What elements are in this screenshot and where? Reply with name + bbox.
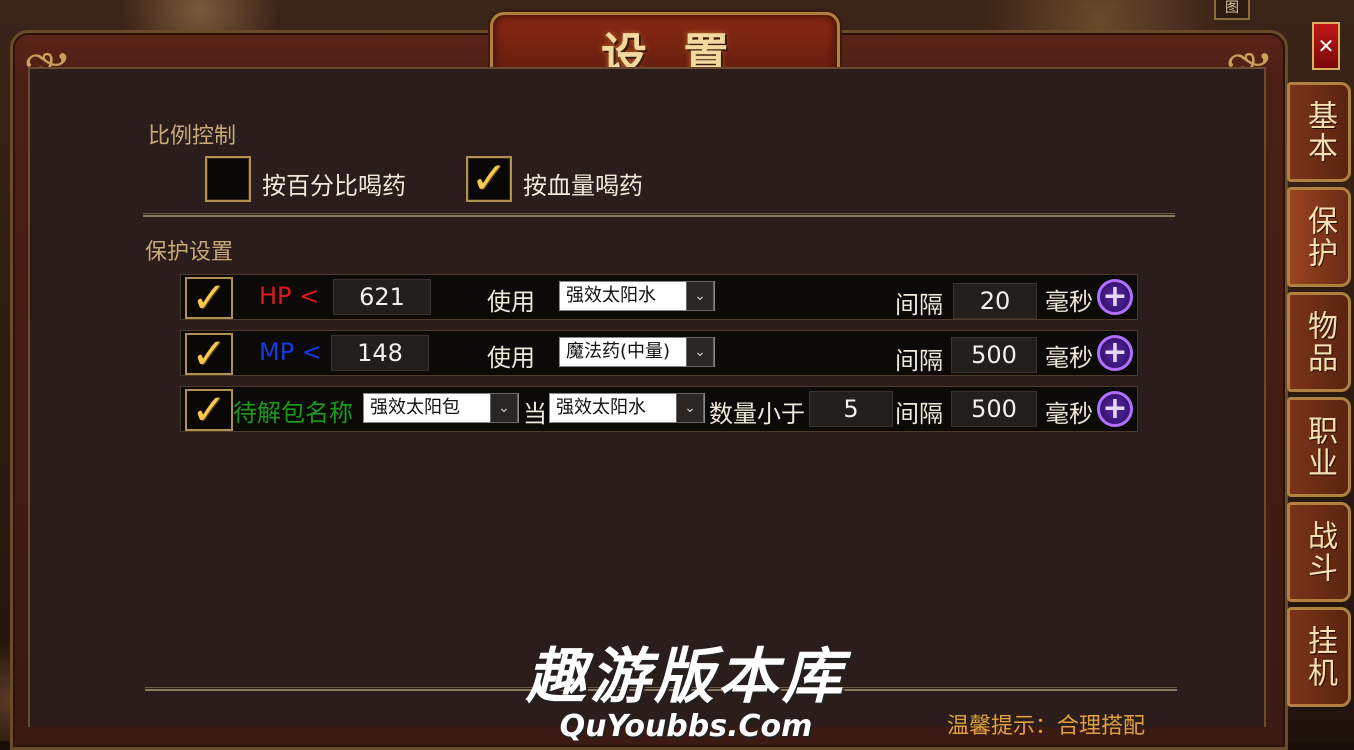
hp-potion-label: 按血量喝药 — [523, 172, 643, 200]
tab-items[interactable]: 物品 — [1287, 292, 1351, 392]
hp-threshold-input[interactable]: 621 — [333, 279, 431, 315]
chevron-down-icon[interactable]: ⌄ — [686, 281, 714, 311]
package-select[interactable]: 强效太阳包 ⌄ — [363, 393, 519, 423]
hp-interval-label: 间隔 — [895, 291, 943, 319]
hp-add-button[interactable]: + — [1097, 279, 1133, 315]
percent-potion-checkbox[interactable] — [205, 156, 251, 202]
mp-interval-label: 间隔 — [895, 347, 943, 375]
count-input[interactable]: 5 — [809, 391, 893, 427]
mp-add-button[interactable]: + — [1097, 335, 1133, 371]
hp-potion-checkbox[interactable]: ✓ — [466, 156, 512, 202]
mp-label: MP < — [259, 338, 322, 366]
chevron-down-icon[interactable]: ⌄ — [676, 393, 704, 423]
count-label: 数量小于 — [709, 400, 805, 428]
unpack-interval-label: 间隔 — [895, 400, 943, 428]
hp-use-label: 使用 — [487, 288, 535, 316]
tab-class[interactable]: 职业 — [1287, 397, 1351, 497]
tab-autoplay[interactable]: 挂机 — [1287, 607, 1351, 707]
plus-icon: + — [1102, 279, 1128, 314]
protection-row-hp: ✓ HP < 621 使用 强效太阳水 ⌄ 间隔 20 毫秒 + — [180, 274, 1138, 320]
unpack-unit-label: 毫秒 — [1045, 400, 1093, 428]
hp-interval-input[interactable]: 20 — [953, 283, 1037, 319]
check-icon: ✓ — [191, 329, 227, 378]
mp-interval-input[interactable]: 500 — [951, 337, 1037, 373]
check-icon: ✓ — [191, 273, 227, 322]
hp-rule-checkbox[interactable]: ✓ — [185, 277, 233, 319]
close-icon: ✕ — [1317, 34, 1335, 58]
protection-heading: 保护设置 — [145, 240, 234, 265]
mp-item-select[interactable]: 魔法药(中量) ⌄ — [559, 337, 715, 367]
check-icon: ✓ — [191, 385, 227, 434]
mp-unit-label: 毫秒 — [1045, 344, 1093, 372]
protection-row-unpack: ✓ 待解包名称 强效太阳包 ⌄ 当 强效太阳水 ⌄ 数量小于 5 间隔 500 … — [180, 386, 1138, 432]
side-tab-bar: 基本 保护 物品 职业 战斗 挂机 — [1287, 82, 1351, 712]
unpack-add-button[interactable]: + — [1097, 391, 1133, 427]
unpack-rule-checkbox[interactable]: ✓ — [185, 389, 233, 431]
hp-unit-label: 毫秒 — [1045, 288, 1093, 316]
unpack-interval-input[interactable]: 500 — [951, 391, 1037, 427]
unpack-label: 待解包名称 — [233, 399, 353, 427]
tab-combat[interactable]: 战斗 — [1287, 502, 1351, 602]
percent-potion-label: 按百分比喝药 — [262, 172, 406, 200]
tab-protection[interactable]: 保护 — [1287, 187, 1351, 287]
hp-item-select[interactable]: 强效太阳水 ⌄ — [559, 281, 715, 311]
section-divider — [143, 213, 1175, 217]
check-icon: ✓ — [470, 153, 508, 204]
close-button[interactable]: ✕ — [1312, 22, 1340, 70]
hp-item-value: 强效太阳水 — [566, 285, 656, 306]
mp-rule-checkbox[interactable]: ✓ — [185, 333, 233, 375]
mp-threshold-input[interactable]: 148 — [331, 335, 429, 371]
mp-item-value: 魔法药(中量) — [566, 341, 671, 362]
watermark-title: 趣游版本库 — [526, 642, 846, 712]
chevron-down-icon[interactable]: ⌄ — [490, 393, 518, 423]
map-button[interactable]: 图 — [1214, 0, 1250, 20]
unpack-item-value: 强效太阳水 — [556, 397, 646, 418]
tab-basic[interactable]: 基本 — [1287, 82, 1351, 182]
hint-text: 温馨提示：合理搭配 — [947, 714, 1146, 739]
watermark-url: QuYoubbs.Com — [559, 709, 813, 744]
watermark: 趣游版本库 QuYoubbs.Com — [516, 628, 856, 744]
chevron-down-icon[interactable]: ⌄ — [686, 337, 714, 367]
package-value: 强效太阳包 — [370, 397, 460, 418]
plus-icon: + — [1102, 391, 1128, 426]
when-label: 当 — [523, 400, 547, 428]
unpack-item-select[interactable]: 强效太阳水 ⌄ — [549, 393, 705, 423]
protection-row-mp: ✓ MP < 148 使用 魔法药(中量) ⌄ 间隔 500 毫秒 + — [180, 330, 1138, 376]
plus-icon: + — [1102, 335, 1128, 370]
hp-label: HP < — [259, 282, 320, 310]
ratio-control-heading: 比例控制 — [148, 124, 237, 149]
mp-use-label: 使用 — [487, 344, 535, 372]
